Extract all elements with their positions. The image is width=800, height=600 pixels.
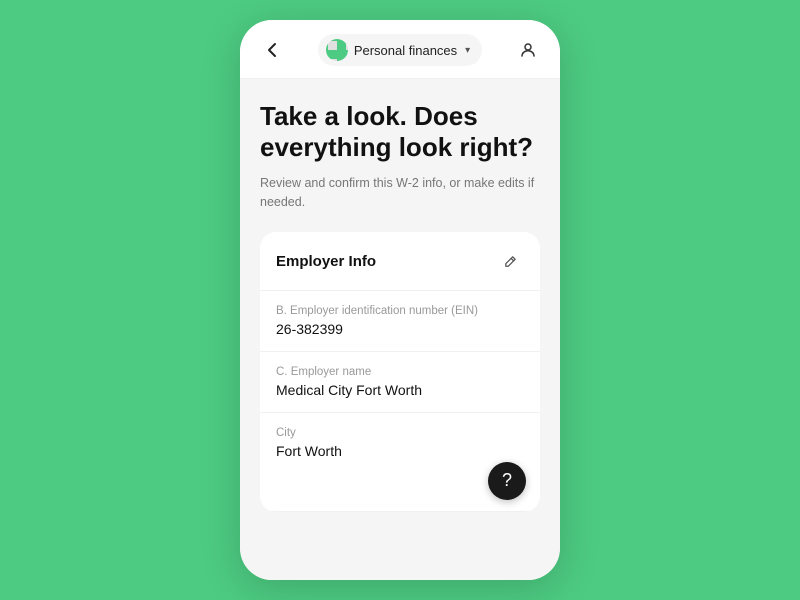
- card-title: Employer Info: [276, 253, 376, 270]
- city-value: Fort Worth: [276, 443, 524, 459]
- content-area: Take a look. Does everything look right?…: [240, 79, 560, 580]
- help-icon: ?: [502, 470, 512, 491]
- app-title-label: Personal finances: [354, 43, 457, 58]
- chevron-down-icon: ▾: [465, 45, 470, 56]
- edit-button[interactable]: [496, 248, 524, 276]
- ein-label: B. Employer identification number (EIN): [276, 305, 524, 317]
- app-title-pill[interactable]: Personal finances ▾: [318, 34, 482, 66]
- app-logo-icon: [326, 39, 348, 61]
- card-header: Employer Info: [260, 232, 540, 291]
- employer-name-field: C. Employer name Medical City Fort Worth: [260, 352, 540, 413]
- employer-name-label: C. Employer name: [276, 366, 524, 378]
- phone-frame: Personal finances ▾ Take a look. Does ev…: [240, 20, 560, 580]
- employer-name-value: Medical City Fort Worth: [276, 382, 524, 398]
- ein-value: 26-382399: [276, 321, 524, 337]
- employer-info-card: Employer Info B. Employer identification…: [260, 232, 540, 512]
- help-button[interactable]: ?: [488, 462, 526, 500]
- ein-field: B. Employer identification number (EIN) …: [260, 291, 540, 352]
- page-subtext: Review and confirm this W-2 info, or mak…: [260, 174, 540, 212]
- back-button[interactable]: [258, 36, 286, 64]
- profile-button[interactable]: [514, 36, 542, 64]
- city-label: City: [276, 427, 524, 439]
- top-bar: Personal finances ▾: [240, 20, 560, 79]
- page-headline: Take a look. Does everything look right?: [260, 101, 540, 162]
